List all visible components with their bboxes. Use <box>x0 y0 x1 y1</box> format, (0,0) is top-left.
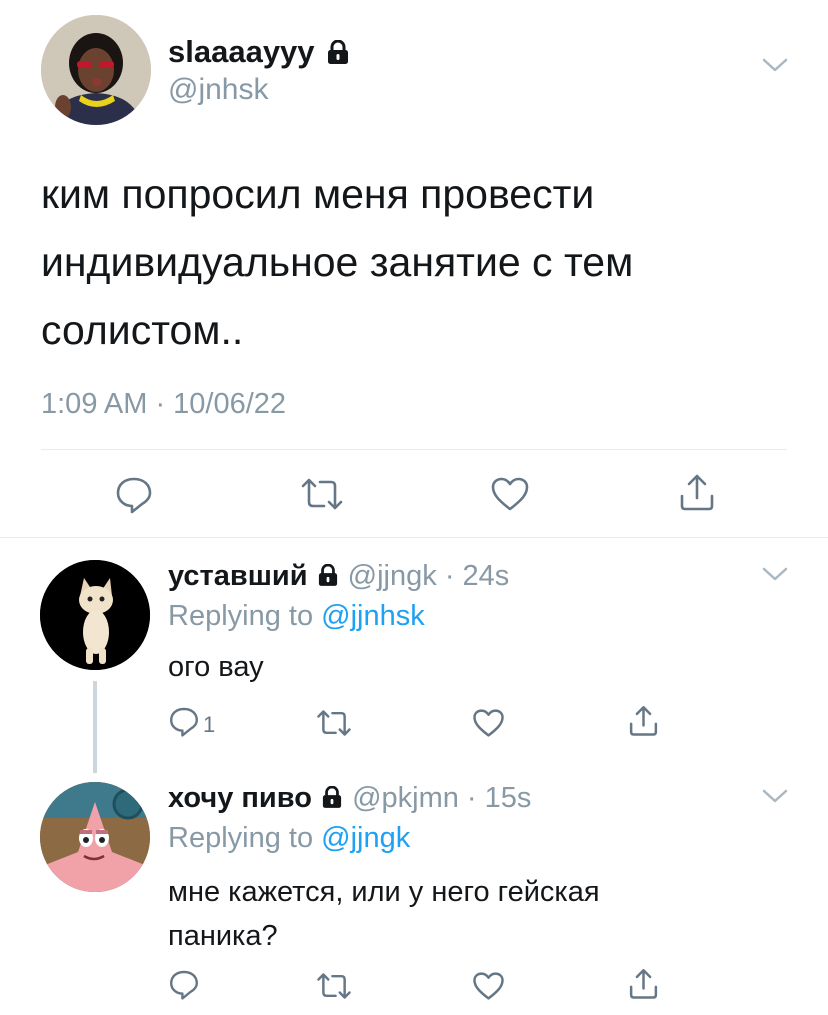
reply-icon <box>170 970 198 1000</box>
replying-to: Replying to @jjngk <box>168 820 410 856</box>
person-with-sunglasses-avatar-icon <box>41 15 151 125</box>
reply-text-line: мне кажется, или у него гейская <box>168 876 600 908</box>
lock-icon <box>318 559 338 595</box>
replying-to: Replying to @jjnhsk <box>168 598 425 634</box>
main-tweet-avatar[interactable] <box>41 15 151 125</box>
reply-button[interactable] <box>114 474 154 514</box>
replying-to-label: Replying to <box>168 600 314 632</box>
reply-icon <box>170 707 198 737</box>
relative-time[interactable]: 15s <box>485 782 532 814</box>
separator: · <box>444 560 455 592</box>
heart-icon <box>473 709 504 737</box>
display-name: slaaaayyy <box>168 34 315 69</box>
tweet-text-line: солистом.. <box>41 307 244 353</box>
reply-avatar[interactable] <box>40 782 150 892</box>
thread-line <box>93 681 97 773</box>
tweet-text-line: ким попросил меня провести <box>41 171 595 217</box>
tweet-timestamp[interactable]: 1:09 AM · 10/06/22 <box>41 386 286 422</box>
handle[interactable]: @jjngk <box>348 560 437 592</box>
replying-to-link[interactable]: @jjngk <box>321 822 410 854</box>
share-icon <box>629 969 658 999</box>
display-name[interactable]: уставший <box>168 560 308 592</box>
chevron-down-icon[interactable] <box>762 566 788 587</box>
replying-to-link[interactable]: @jjnhsk <box>321 600 425 632</box>
handle[interactable]: @jnhsk <box>168 72 269 108</box>
share-button[interactable] <box>627 704 660 737</box>
share-button[interactable] <box>677 472 717 512</box>
retweet-button[interactable] <box>316 708 352 738</box>
reply-header: уставший @jjngk · 24s <box>168 558 509 595</box>
like-button[interactable] <box>472 708 505 738</box>
retweet-icon <box>317 710 351 736</box>
replying-to-label: Replying to <box>168 822 314 854</box>
tweet-text-line: индивидуальное занятие с тем <box>41 239 634 285</box>
chevron-down-icon[interactable] <box>762 57 788 78</box>
lock-icon <box>327 36 349 72</box>
retweet-icon <box>301 478 343 510</box>
like-button[interactable] <box>490 476 530 512</box>
reply-icon <box>116 477 152 514</box>
relative-time[interactable]: 24s <box>463 560 510 592</box>
share-button[interactable] <box>627 967 660 1000</box>
share-icon <box>680 474 714 511</box>
reply-button[interactable] <box>168 968 200 1000</box>
display-name[interactable]: хочу пиво <box>168 782 312 814</box>
retweet-icon <box>317 973 351 999</box>
tweet-text: ким попросил меня провести индивидуально… <box>41 160 633 364</box>
like-button[interactable] <box>472 971 505 1001</box>
reply-text: ого вау <box>168 651 264 683</box>
reply-header: хочу пиво @pkjmn · 15s <box>168 780 531 817</box>
separator: · <box>466 782 477 814</box>
lock-icon <box>322 781 342 817</box>
handle[interactable]: @pkjmn <box>352 782 459 814</box>
reply-text: мне кажется, или у него гейская паника? <box>168 870 600 958</box>
standing-cat-avatar-icon <box>40 560 150 670</box>
retweet-button[interactable] <box>316 971 352 1001</box>
heart-icon <box>491 477 529 511</box>
divider <box>41 449 787 450</box>
reply-text-line: паника? <box>168 920 278 952</box>
reply-avatar[interactable] <box>40 560 150 670</box>
retweet-button[interactable] <box>300 476 344 512</box>
reply-count: 1 <box>203 712 216 737</box>
heart-icon <box>473 972 504 1000</box>
patrick-star-avatar-icon <box>40 782 150 892</box>
reply-button[interactable]: 1 <box>168 705 215 737</box>
chevron-down-icon[interactable] <box>762 788 788 809</box>
main-tweet-author[interactable]: slaaaayyy <box>168 34 349 72</box>
share-icon <box>629 706 658 736</box>
section-divider <box>0 537 828 538</box>
